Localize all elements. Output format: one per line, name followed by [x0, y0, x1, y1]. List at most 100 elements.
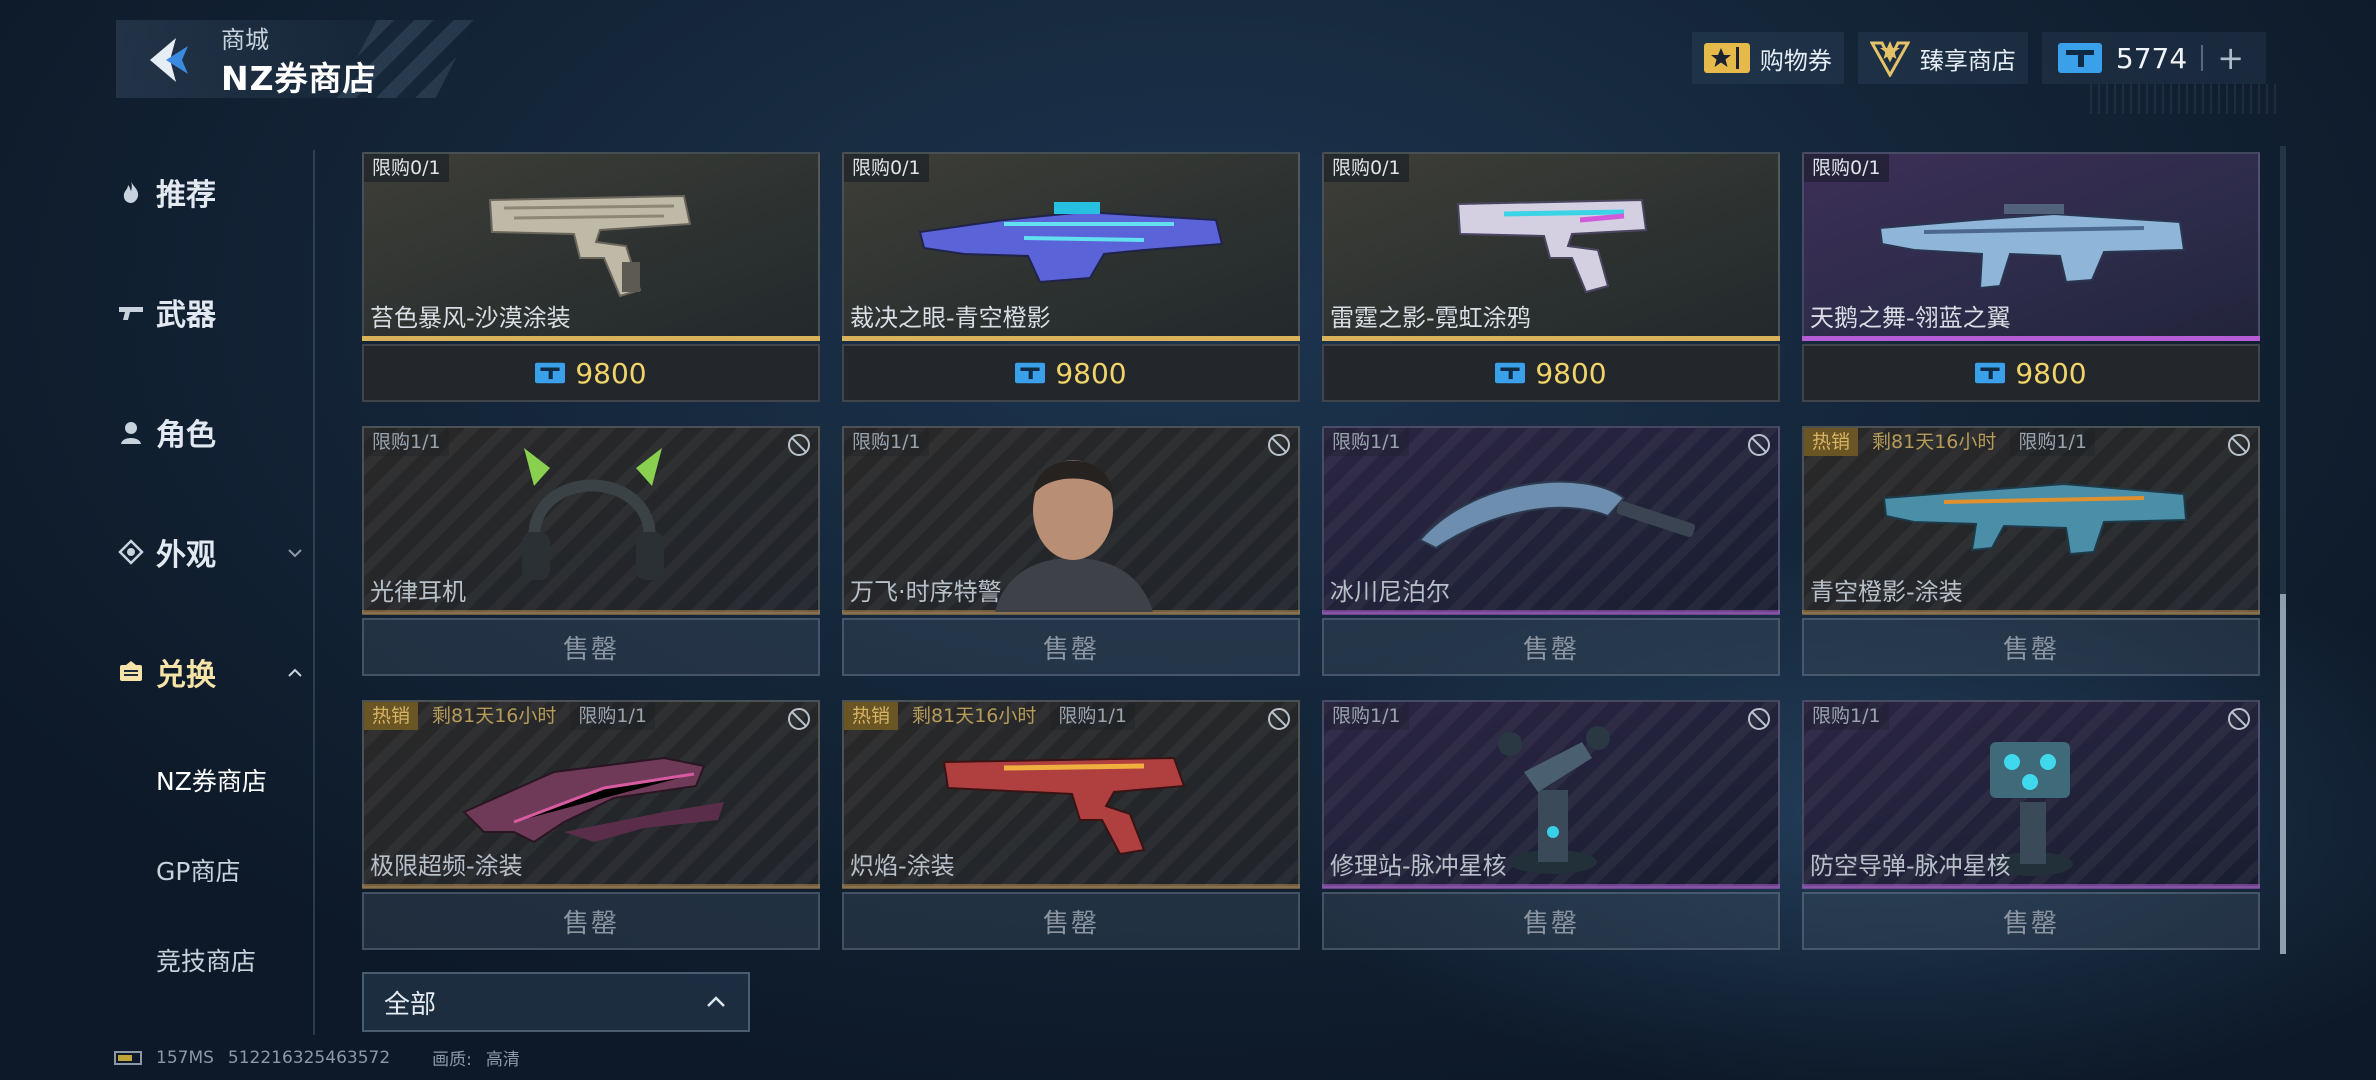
time-remaining-tag: 剩81天16小时 [1872, 431, 1997, 453]
sidebar-subitem-nz-shop[interactable]: NZ券商店 [156, 762, 267, 798]
purchase-limit-tag: 限购1/1 [1324, 428, 1409, 456]
shop-item-card[interactable]: 限购0/1 苔色暴风-沙漠涂装 9800 [362, 152, 820, 402]
purchase-limit-tag: 限购0/1 [844, 154, 929, 182]
sidebar-item-appearance[interactable]: 外观 [118, 522, 216, 582]
breadcrumb-parent: 商城 [221, 26, 269, 54]
shop-item-card[interactable]: 限购1/1 防空导弹-脉冲星核 售罄 [1802, 700, 2260, 950]
item-name: 裁决之眼-青空橙影 [850, 304, 1051, 332]
sidebar-item-recommend[interactable]: 推荐 [118, 162, 216, 222]
premium-emblem-icon [1869, 41, 1910, 77]
unavailable-icon [1748, 708, 1770, 730]
shop-item-card[interactable]: 热销 剩81天16小时 限购1/1 极限超频-涂装 售罄 [362, 700, 820, 950]
divider [2201, 45, 2204, 71]
shop-item-card[interactable]: 限购0/1 天鹅之舞-翎蓝之翼 9800 [1802, 152, 2260, 402]
tag-row: 热销 剩81天16小时 限购1/1 [1804, 428, 2095, 456]
flame-icon [123, 181, 139, 203]
purchase-limit-tag: 限购1/1 [2010, 428, 2095, 456]
shop-item-card[interactable]: 热销 剩81天16小时 限购1/1 青空橙影-涂装 售罄 [1802, 426, 2260, 676]
sold-out-button[interactable]: 售罄 [362, 618, 820, 676]
item-name: 万飞·时序特警 [850, 578, 1002, 606]
hot-sale-tag: 热销 [1804, 428, 1859, 456]
sold-out-button[interactable]: 售罄 [1322, 892, 1780, 950]
item-name: 冰川尼泊尔 [1330, 578, 1450, 606]
page-title: NZ券商店 [221, 59, 377, 98]
shop-item-card[interactable]: 限购1/1 修理站-脉冲星核 售罄 [1322, 700, 1780, 950]
buy-button[interactable]: 9800 [362, 344, 820, 402]
shop-item-card[interactable]: 限购0/1 裁决之眼-青空橙影 9800 [842, 152, 1300, 402]
sidebar-item-weapons[interactable]: 武器 [118, 282, 216, 342]
shop-item-card[interactable]: 限购1/1 光律耳机 售罄 [362, 426, 820, 676]
add-currency-button[interactable]: + [2217, 42, 2244, 74]
buy-button[interactable]: 9800 [1322, 344, 1780, 402]
purchase-limit-tag: 限购1/1 [570, 702, 655, 730]
purchase-limit-tag: 限购1/1 [364, 428, 449, 456]
sold-out-button[interactable]: 售罄 [1322, 618, 1780, 676]
exchange-icon [120, 661, 142, 681]
premium-shop-button[interactable]: 臻享商店 [1857, 32, 2028, 84]
item-name: 极限超频-涂装 [370, 852, 523, 880]
shop-item-card[interactable]: 限购0/1 雷霆之影-霓虹涂鸦 9800 [1322, 152, 1780, 402]
sidebar-subitem-competitive-shop[interactable]: 竞技商店 [156, 942, 256, 978]
purchase-limit-tag: 限购0/1 [1804, 154, 1889, 182]
nz-coupon-icon [1015, 362, 1046, 384]
category-filter-dropdown[interactable]: 全部 [362, 972, 750, 1032]
sidebar-item-label: 兑换 [156, 658, 216, 693]
sold-out-button[interactable]: 售罄 [1802, 892, 2260, 950]
buy-button[interactable]: 9800 [1802, 344, 2260, 402]
item-price: 9800 [1055, 356, 1127, 390]
unavailable-icon [788, 434, 810, 456]
gun-icon [119, 307, 143, 320]
item-name: 光律耳机 [370, 578, 466, 606]
purchase-limit-tag: 限购1/1 [1804, 702, 1889, 730]
shop-item-card[interactable]: 限购1/1 万飞·时序特警 售罄 [842, 426, 1300, 676]
chevron-up-icon[interactable] [286, 664, 304, 682]
item-name: 青空橙影-涂装 [1810, 578, 1963, 606]
chevron-down-icon[interactable] [286, 544, 304, 562]
scrollbar-thumb[interactable] [2280, 594, 2286, 954]
appearance-icon [118, 539, 144, 565]
purchase-limit-tag: 限购1/1 [844, 428, 929, 456]
buy-button[interactable]: 9800 [842, 344, 1300, 402]
sold-out-button[interactable]: 售罄 [1802, 618, 2260, 676]
tag-row: 热销 剩81天16小时 限购1/1 [364, 702, 655, 730]
unavailable-icon [1748, 434, 1770, 456]
sidebar-item-label: 角色 [156, 418, 216, 453]
chevron-up-icon [707, 996, 725, 1007]
hot-sale-tag: 热销 [364, 702, 419, 730]
item-name: 炽焰-涂装 [850, 852, 955, 880]
sidebar-item-label: 外观 [156, 538, 216, 573]
item-price: 9800 [575, 356, 647, 390]
shop-item-card[interactable]: 热销 剩81天16小时 限购1/1 炽焰-涂装 售罄 [842, 700, 1300, 950]
item-price: 9800 [1535, 356, 1607, 390]
item-price: 9800 [2015, 356, 2087, 390]
unavailable-icon [1268, 708, 1290, 730]
sidebar-item-label: 武器 [156, 298, 216, 333]
quality-value: 高清 [485, 1050, 520, 1070]
purchase-limit-tag: 限购1/1 [1050, 702, 1135, 730]
scrollbar-track[interactable] [2280, 146, 2286, 954]
sidebar-item-exchange[interactable]: 兑换 [118, 642, 216, 702]
currency-bar: 购物券 臻享商店 5774 + [1691, 32, 2266, 84]
currency-amount: 5774 [2115, 41, 2188, 75]
sidebar-item-characters[interactable]: 角色 [118, 402, 216, 462]
purchase-limit-tag: 限购1/1 [1324, 702, 1409, 730]
time-remaining-tag: 剩81天16小时 [432, 705, 557, 727]
coupon-button[interactable]: 购物券 [1691, 32, 1844, 84]
sold-out-button[interactable]: 售罄 [842, 618, 1300, 676]
item-grid: 限购0/1 苔色暴风-沙漠涂装 9800 限购0/1 裁决之眼-青空橙影 980… [362, 152, 2262, 952]
sold-out-button[interactable]: 售罄 [362, 892, 820, 950]
sidebar-subitem-gp-shop[interactable]: GP商店 [156, 852, 240, 888]
ping-readout: 157MS [156, 1047, 214, 1068]
unavailable-icon [2228, 434, 2250, 456]
time-remaining-tag: 剩81天16小时 [912, 705, 1037, 727]
nz-coupon-icon [535, 362, 566, 384]
shop-item-card[interactable]: 限购1/1 冰川尼泊尔 售罄 [1322, 426, 1780, 676]
sold-out-button[interactable]: 售罄 [842, 892, 1300, 950]
top-bar: 商城 NZ券商店 购物券 臻享商店 5774 + [0, 0, 2376, 130]
unavailable-icon [2228, 708, 2250, 730]
sidebar-item-label: 推荐 [156, 178, 216, 213]
person-icon [121, 422, 141, 444]
back-arrow-icon[interactable] [140, 32, 196, 88]
item-name: 苔色暴风-沙漠涂装 [370, 304, 571, 332]
item-name: 防空导弹-脉冲星核 [1810, 852, 2011, 880]
